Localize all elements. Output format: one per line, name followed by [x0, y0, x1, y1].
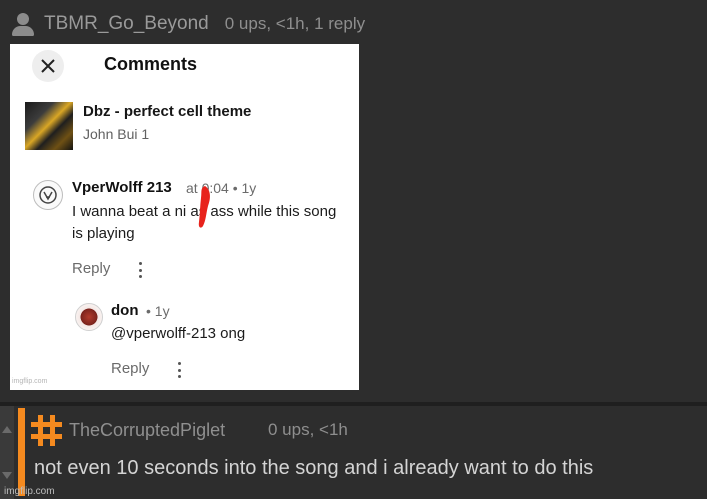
reply-reply-button: Reply [111, 360, 150, 377]
reply-username[interactable]: TheCorruptedPiglet [69, 420, 225, 441]
reply-comment: TheCorruptedPiglet 0 ups, <1h not even 1… [0, 406, 707, 499]
site-watermark: imgflip.com [4, 486, 55, 497]
reply-comment-meta: 0 ups, <1h [268, 420, 348, 439]
embedded-screenshot[interactable]: Comments Dbz - perfect cell theme John B… [10, 44, 359, 390]
user-avatar-icon[interactable] [10, 11, 36, 37]
post-meta: 0 ups, <1h, 1 reply [224, 14, 366, 33]
downvote-arrow-icon[interactable] [2, 472, 12, 479]
comment-reply-button: Reply [72, 260, 111, 277]
reply-avatar [75, 303, 103, 331]
screenshot-watermark: imgflip.com [12, 378, 48, 385]
reply-author: don [111, 302, 139, 319]
upvote-arrow-icon[interactable] [2, 426, 12, 433]
reply-more-icon [176, 362, 182, 378]
comment-more-icon [137, 262, 143, 278]
commenter-avatar-icon [33, 180, 63, 210]
comments-title: Comments [104, 54, 198, 74]
post-header: TBMR_Go_Beyond 0 ups, <1h, 1 reply [10, 10, 365, 38]
red-scribble [198, 186, 210, 228]
video-title: Dbz - perfect cell theme [83, 103, 252, 120]
video-thumbnail [25, 102, 73, 150]
video-channel: John Bui 1 [83, 126, 150, 142]
reply-text: @vperwolff-213 ong [111, 325, 246, 342]
reply-meta: • 1y [146, 303, 170, 319]
close-icon [32, 50, 64, 82]
post: TBMR_Go_Beyond 0 ups, <1h, 1 reply Comme… [0, 0, 707, 402]
comment-author: VperWolff 213 [72, 179, 172, 196]
piglet-avatar-icon[interactable] [30, 414, 63, 447]
post-username[interactable]: TBMR_Go_Beyond [44, 13, 209, 35]
reply-comment-text: not even 10 seconds into the song and i … [34, 457, 594, 479]
accent-bar [18, 408, 25, 496]
